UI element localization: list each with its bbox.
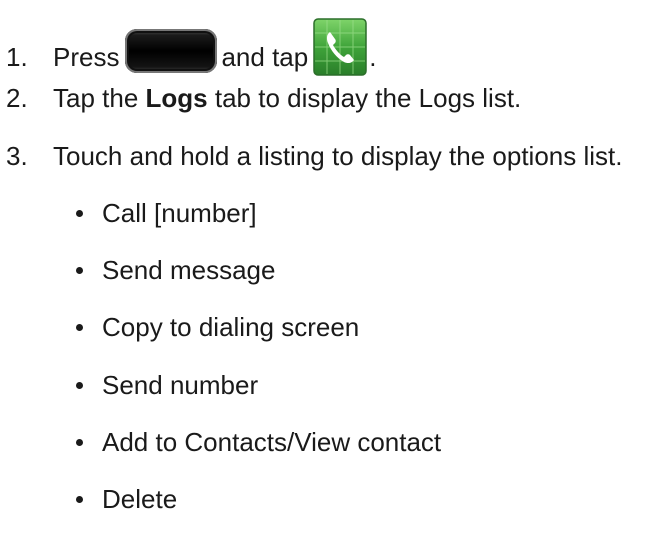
step-3: 3. Touch and hold a listing to display t… <box>6 140 622 172</box>
step-number: 3. <box>6 141 28 171</box>
step-1: 1. Press and tap . <box>6 18 377 86</box>
step-2: 2. Tap the Logs tab to display the Logs … <box>6 82 521 114</box>
list-item: Delete <box>76 483 177 515</box>
list-item: Send number <box>76 369 258 401</box>
step-text: Press <box>53 42 120 72</box>
list-item: Call [number] <box>76 197 257 229</box>
list-item: Copy to dialing screen <box>76 311 359 343</box>
bullet-icon <box>76 495 83 503</box>
step-text: tab to display the Logs list. <box>214 83 522 113</box>
bullet-icon <box>76 438 83 446</box>
option-label: Add to Contacts/View contact <box>102 427 442 457</box>
home-key-icon <box>125 29 218 73</box>
step-number: 1. <box>6 42 28 72</box>
option-label: Delete <box>102 484 178 514</box>
phone-app-icon <box>313 18 367 76</box>
step-text: Touch and hold a listing to display the … <box>53 141 623 171</box>
option-label: Send message <box>102 255 276 285</box>
instructions-document: 1. Press and tap . 2. Tap the Logs tab t… <box>0 0 667 548</box>
step-number: 2. <box>6 83 28 113</box>
option-label: Copy to dialing screen <box>102 312 360 342</box>
list-item: Add to Contacts/View contact <box>76 426 441 458</box>
option-label: Send number <box>102 370 259 400</box>
bullet-icon <box>76 323 83 331</box>
option-label: Call [number] <box>102 198 257 228</box>
logs-tab-name: Logs <box>145 83 208 113</box>
bullet-icon <box>76 209 83 217</box>
bullet-icon <box>76 381 83 389</box>
bullet-icon <box>76 266 83 274</box>
step-text: and tap <box>221 42 309 72</box>
step-text: . <box>369 42 377 72</box>
list-item: Send message <box>76 254 275 286</box>
step-text: Tap the <box>53 83 139 113</box>
